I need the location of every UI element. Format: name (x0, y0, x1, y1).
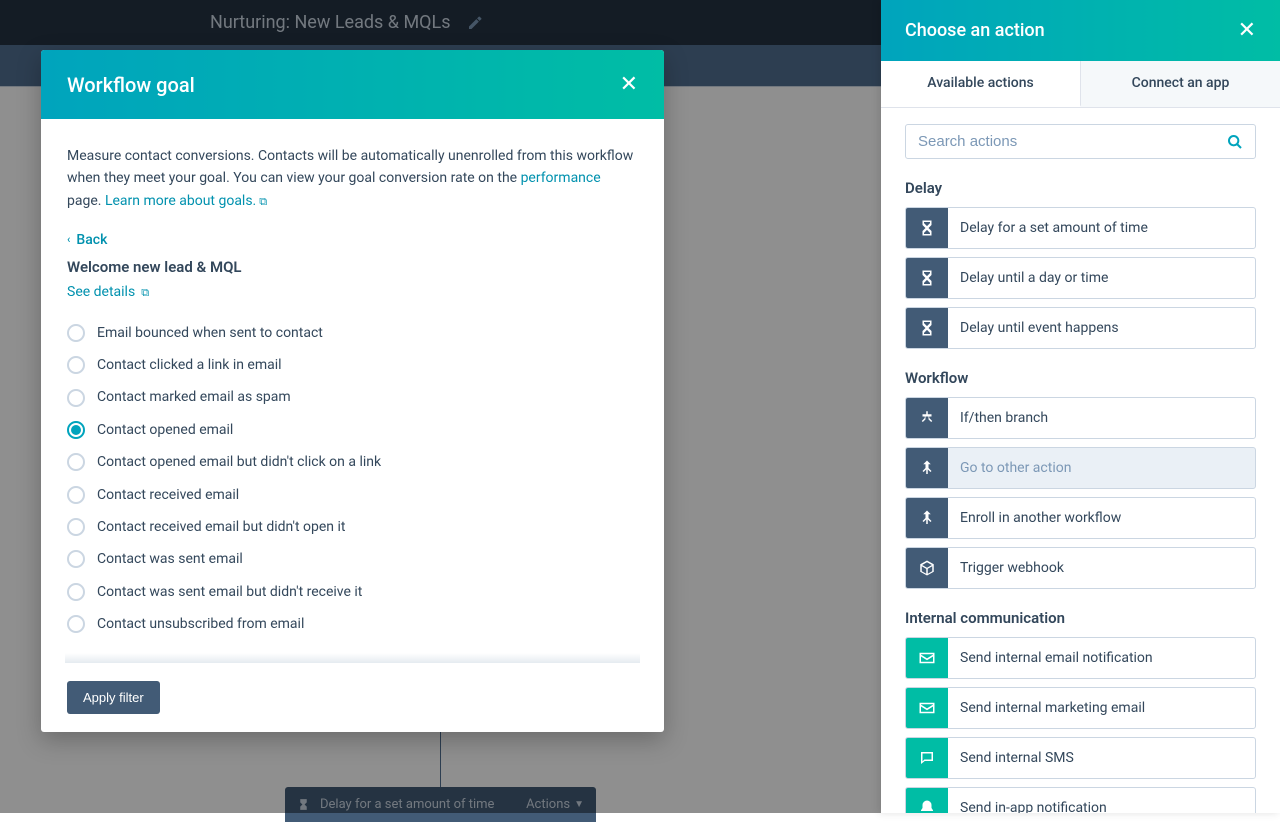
goal-option[interactable]: Contact was sent email (67, 548, 638, 570)
action-item[interactable]: Delay for a set amount of time (905, 207, 1256, 249)
action-item[interactable]: Go to other action (905, 447, 1256, 489)
action-section: Workflow If/then branch Go to other action… (905, 369, 1256, 589)
chat-icon (906, 738, 948, 778)
goal-option[interactable]: Contact opened email but didn't click on… (67, 451, 638, 473)
goal-option-label: Contact clicked a link in email (97, 354, 282, 376)
goal-option-label: Contact opened email but didn't click on… (97, 451, 381, 473)
goal-option-label: Contact received email (97, 484, 239, 506)
panel-header: Choose an action ✕ (881, 0, 1280, 61)
apply-filter-button[interactable]: Apply filter (67, 681, 160, 714)
search-input[interactable] (918, 133, 1227, 150)
modal-header: Workflow goal ✕ (41, 50, 664, 119)
radio-icon (67, 421, 85, 439)
goal-option[interactable]: Email bounced when sent to contact (67, 322, 638, 344)
radio-icon (67, 583, 85, 601)
performance-link[interactable]: performance (521, 170, 601, 186)
goal-option-label: Contact marked email as spam (97, 386, 291, 408)
close-icon[interactable]: ✕ (1238, 18, 1256, 43)
goal-option-label: Contact was sent email but didn't receiv… (97, 581, 362, 603)
tab-connect-app[interactable]: Connect an app (1081, 61, 1280, 107)
tab-available-actions[interactable]: Available actions (881, 61, 1081, 107)
action-label: Enroll in another workflow (948, 498, 1121, 538)
action-item[interactable]: Delay until a day or time (905, 257, 1256, 299)
action-label: Send in-app notification (948, 788, 1107, 813)
action-item[interactable]: Trigger webhook (905, 547, 1256, 589)
goal-option-label: Contact received email but didn't open i… (97, 516, 346, 538)
envelope-icon (906, 638, 948, 678)
hourglass-icon (906, 308, 948, 348)
scroll-shadow (65, 653, 640, 663)
section-title: Workflow (905, 369, 1256, 387)
action-section: Internal communication Send internal emai… (905, 609, 1256, 813)
radio-icon (67, 550, 85, 568)
panel-content: Delay Delay for a set amount of time Delay… (881, 108, 1280, 813)
goal-option-label: Email bounced when sent to contact (97, 322, 323, 344)
radio-icon (67, 486, 85, 504)
goal-option[interactable]: Contact opened email (67, 419, 638, 441)
chevron-left-icon: ‹ (67, 231, 70, 249)
action-item[interactable]: Send internal email notification (905, 637, 1256, 679)
action-label: Delay until a day or time (948, 258, 1108, 298)
section-title: Delay (905, 179, 1256, 197)
radio-icon (67, 389, 85, 407)
search-actions-box[interactable] (905, 124, 1256, 159)
goal-option-label: Contact was sent email (97, 548, 243, 570)
radio-icon (67, 518, 85, 536)
back-link[interactable]: ‹ Back (67, 229, 107, 251)
modal-body: Measure contact conversions. Contacts wi… (41, 119, 664, 732)
hourglass-icon (906, 208, 948, 248)
action-item[interactable]: Send internal marketing email (905, 687, 1256, 729)
action-item[interactable]: Delay until event happens (905, 307, 1256, 349)
goal-option[interactable]: Contact marked email as spam (67, 386, 638, 408)
hourglass-icon (906, 258, 948, 298)
cube-icon (906, 548, 948, 588)
action-label: Trigger webhook (948, 548, 1064, 588)
bell-icon (906, 788, 948, 813)
external-link-icon: ⧉ (141, 284, 149, 302)
radio-icon (67, 324, 85, 342)
radio-icon (67, 453, 85, 471)
modal-description: Measure contact conversions. Contacts wi… (67, 145, 638, 212)
action-item[interactable]: If/then branch (905, 397, 1256, 439)
radio-icon (67, 356, 85, 374)
goal-option[interactable]: Contact received email but didn't open i… (67, 516, 638, 538)
action-label: If/then branch (948, 398, 1048, 438)
goal-name: Welcome new lead & MQL (67, 255, 638, 279)
goal-options-list: Email bounced when sent to contact Contac… (67, 322, 638, 636)
action-label: Go to other action (948, 448, 1071, 488)
panel-title: Choose an action (905, 20, 1045, 41)
see-details-link[interactable]: See details ⧉ (67, 281, 149, 303)
branch-icon (906, 398, 948, 438)
goal-option-label: Contact opened email (97, 419, 233, 441)
action-label: Delay for a set amount of time (948, 208, 1148, 248)
envelope-icon (906, 688, 948, 728)
action-label: Send internal SMS (948, 738, 1074, 778)
external-link-icon: ⧉ (259, 195, 267, 208)
action-item[interactable]: Enroll in another workflow (905, 497, 1256, 539)
radio-icon (67, 615, 85, 633)
modal-title: Workflow goal (67, 73, 195, 97)
goal-option[interactable]: Contact unsubscribed from email (67, 613, 638, 635)
action-label: Send internal marketing email (948, 688, 1145, 728)
action-item[interactable]: Send in-app notification (905, 787, 1256, 813)
panel-tabs: Available actions Connect an app (881, 61, 1280, 108)
action-label: Send internal email notification (948, 638, 1153, 678)
action-item[interactable]: Send internal SMS (905, 737, 1256, 779)
goal-option[interactable]: Contact received email (67, 484, 638, 506)
action-label: Delay until event happens (948, 308, 1119, 348)
merge-icon (906, 498, 948, 538)
choose-action-panel: Choose an action ✕ Available actions Con… (881, 0, 1280, 813)
search-icon (1227, 134, 1243, 150)
goal-option[interactable]: Contact was sent email but didn't receiv… (67, 581, 638, 603)
section-title: Internal communication (905, 609, 1256, 627)
close-icon[interactable]: ✕ (620, 72, 638, 97)
goal-option-label: Contact unsubscribed from email (97, 613, 304, 635)
merge-icon (906, 448, 948, 488)
learn-more-link[interactable]: Learn more about goals.⧉ (105, 193, 267, 209)
workflow-goal-modal: Workflow goal ✕ Measure contact conversi… (41, 50, 664, 732)
action-section: Delay Delay for a set amount of time Delay… (905, 179, 1256, 349)
goal-option[interactable]: Contact clicked a link in email (67, 354, 638, 376)
